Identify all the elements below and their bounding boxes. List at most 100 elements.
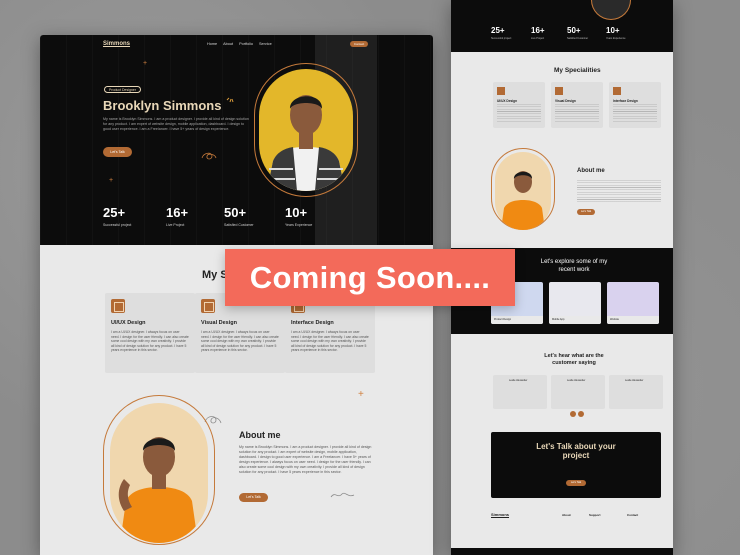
coming-soon-text: Coming Soon.... <box>249 259 491 295</box>
role-tag: Product Designer <box>104 86 142 93</box>
stats-strip: 25+ Successful project 16+ Live Project 50… <box>451 0 673 52</box>
card-title: UI/UX Design <box>111 320 146 326</box>
cta-title: Let's Talk about your project <box>536 442 616 460</box>
design-icon <box>497 87 505 95</box>
card-title: Interface Design <box>291 320 334 326</box>
stat-projects: 25+ Successful project <box>491 26 511 40</box>
testimonial-author: Leslie Alexander <box>625 379 644 382</box>
stat-live: 16+ Live Project <box>531 26 545 40</box>
footer-col-about: About <box>562 513 571 517</box>
sparkle-icon <box>226 97 234 103</box>
about-title: About me <box>239 430 281 440</box>
cta-button[interactable]: Let's Talk <box>566 480 586 486</box>
nav-service[interactable]: Service <box>259 42 272 46</box>
card-description: I am a UI/UX designer. I always focus on… <box>291 330 369 353</box>
design-icon <box>201 299 215 313</box>
testimonial-author: Leslie Alexander <box>509 379 528 382</box>
about-portrait <box>110 403 208 543</box>
card-description-lines <box>613 104 657 122</box>
work-card[interactable]: Mobile App <box>549 282 601 324</box>
stat-number: 16+ <box>166 205 189 220</box>
stat-customers: 50+ Satisfied Customer <box>224 205 254 227</box>
main-nav: Home About Portfolio Service <box>207 42 272 46</box>
design-icon <box>111 299 125 313</box>
site-logo[interactable]: Simmons <box>103 41 130 47</box>
cta-section: Let's Talk about your project Let's Talk <box>491 432 661 498</box>
stat-label: Live Project <box>166 223 185 227</box>
contact-button[interactable]: Contact <box>350 41 368 47</box>
specialities-title: My Specialities <box>554 67 601 74</box>
stat-number: 25+ <box>491 26 505 35</box>
card-description-lines <box>555 104 599 122</box>
about-lets-talk-button[interactable]: Let's Talk <box>239 493 268 502</box>
stat-number: 25+ <box>103 205 126 220</box>
plus-decoration-icon: + <box>358 389 364 400</box>
stat-number: 10+ <box>285 205 308 220</box>
swirl-decoration-icon <box>201 152 217 160</box>
card-title: UI/UX Design <box>497 99 518 103</box>
speciality-card[interactable]: UI/UX Design I am a UI/UX designer. I al… <box>105 293 195 373</box>
stat-label: Years Experience <box>285 223 313 227</box>
plus-decoration-icon: + <box>143 60 148 67</box>
nav-home[interactable]: Home <box>207 42 217 46</box>
card-description-lines <box>497 104 541 122</box>
speciality-card[interactable]: Visual Design <box>551 82 603 128</box>
design-icon <box>613 87 621 95</box>
footer-logo[interactable]: Simmons <box>491 512 509 517</box>
card-title: Interface Design <box>613 99 638 103</box>
footer-col-contact: Contact <box>627 513 639 517</box>
footer-col-support: Support <box>589 513 601 517</box>
speciality-card[interactable]: Interface Design <box>609 82 661 128</box>
card-description: I am a UI/UX designer. I always focus on… <box>201 330 279 353</box>
testimonial-card: Leslie Alexander <box>609 375 663 409</box>
about-portrait <box>495 152 551 230</box>
testimonial-card: Leslie Alexander <box>551 375 605 409</box>
squiggle-decoration-icon <box>330 492 355 498</box>
stat-label: Satisfied Customer <box>224 223 254 227</box>
stat-label: Satisfied Customer <box>567 37 589 40</box>
stat-label: Live Project <box>531 37 545 40</box>
testimonial-title: Let's hear what are the customer saying <box>544 353 604 366</box>
hero-portrait <box>259 69 353 191</box>
carousel-prev-icon[interactable] <box>570 411 576 417</box>
stat-experience: 10+ Years Experience <box>606 26 626 40</box>
plus-decoration-icon: + <box>109 177 114 184</box>
work-label: Product Design <box>491 316 543 324</box>
about-text-lines <box>577 180 661 204</box>
about-title: About me <box>577 168 605 174</box>
testimonial-author: Leslie Alexander <box>567 379 586 382</box>
stat-label: Successful project <box>491 37 512 40</box>
stat-projects: 25+ Successful project <box>103 205 131 227</box>
stat-number: 16+ <box>531 26 545 35</box>
work-label: Mobile App <box>549 316 601 324</box>
testimonial-card: Leslie Alexander <box>493 375 547 409</box>
design-icon <box>555 87 563 95</box>
portrait-crop <box>591 0 631 20</box>
lets-talk-button[interactable]: Let's Talk <box>103 147 132 157</box>
stat-number: 10+ <box>606 26 620 35</box>
card-description: I am a UI/UX designer. I always focus on… <box>111 330 189 353</box>
work-card[interactable]: Website <box>607 282 659 324</box>
about-lets-talk-button[interactable]: Let's Talk <box>577 209 595 215</box>
nav-about[interactable]: About <box>223 42 233 46</box>
about-text: My name is Brooklyn Simmons. I am a prod… <box>239 445 372 474</box>
speciality-card[interactable]: UI/UX Design <box>493 82 545 128</box>
work-title: Let's explore some of my recent work <box>540 259 608 273</box>
nav-portfolio[interactable]: Portfolio <box>239 42 253 46</box>
coming-soon-banner: Coming Soon.... <box>225 249 515 306</box>
stat-number: 50+ <box>224 205 247 220</box>
stat-label: Years Experience <box>606 37 626 40</box>
stat-number: 50+ <box>567 26 581 35</box>
hero-name: Brooklyn Simmons <box>103 98 222 113</box>
carousel-next-icon[interactable] <box>578 411 584 417</box>
card-title: Visual Design <box>201 320 237 326</box>
hero-intro: My name is Brooklyn Simmons. I am a prod… <box>103 117 249 131</box>
card-title: Visual Design <box>555 99 576 103</box>
stat-experience: 10+ Years Experience <box>285 205 312 227</box>
hero-section: Simmons Home About Portfolio Service Con… <box>40 35 433 245</box>
footer-bar <box>451 548 673 555</box>
stat-label: Successful project <box>103 223 132 227</box>
stat-customers: 50+ Satisfied Customer <box>567 26 588 40</box>
stat-live: 16+ Live Project <box>166 205 188 227</box>
work-label: Website <box>607 316 659 324</box>
